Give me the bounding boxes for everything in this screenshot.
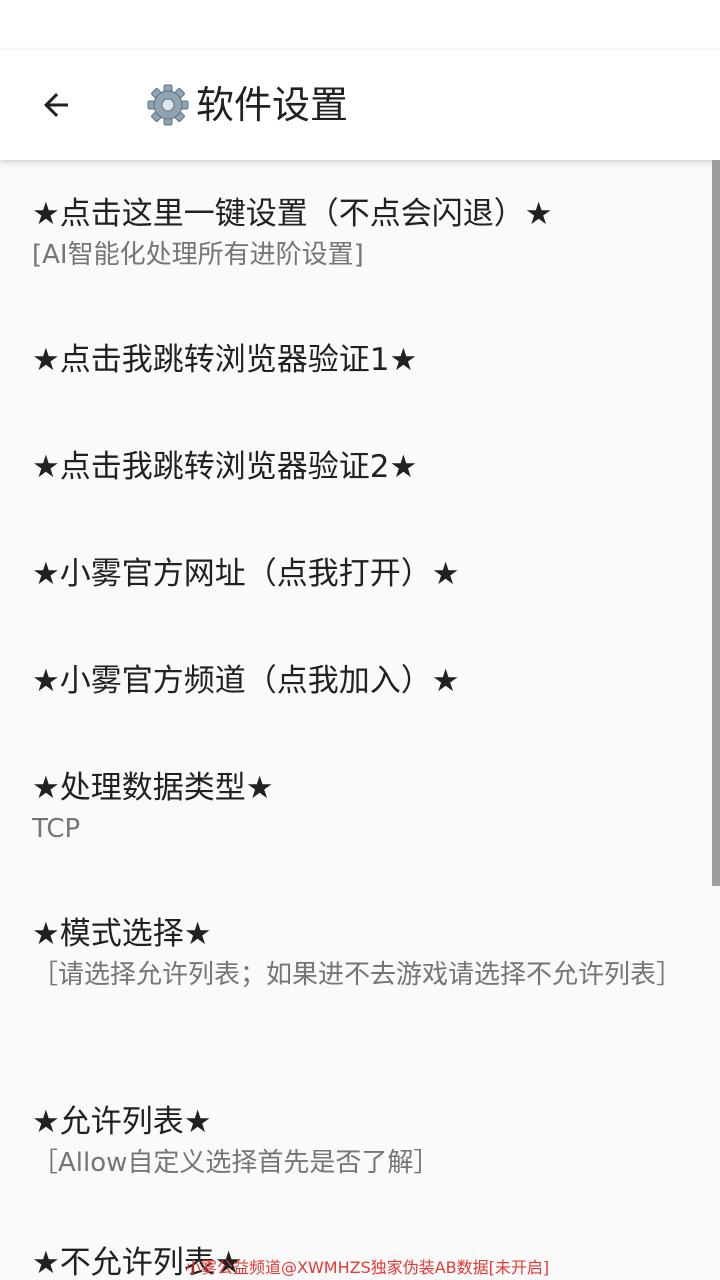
pref-title: ★点击我跳转浏览器验证1★ [32,342,418,378]
pref-title: ★点击我跳转浏览器验证2★ [32,449,418,485]
pref-item-one-key-setup[interactable]: ★点击这里一键设置（不点会闪退）★ [AI智能化处理所有进阶设置] [0,160,712,300]
pref-title: ★模式选择★ [32,916,212,952]
pref-summary: [AI智能化处理所有进阶设置] [32,240,364,270]
arrow-left-icon [44,93,68,117]
pref-title: ★小雾官方网址（点我打开）★ [32,556,460,592]
pref-item-official-channel[interactable]: ★小雾官方频道（点我加入）★ [0,624,712,731]
status-bar [0,0,720,50]
pref-title: ★小雾官方频道（点我加入）★ [32,663,460,699]
pref-item-browser-verify-2[interactable]: ★点击我跳转浏览器验证2★ [0,410,712,517]
scrollbar[interactable] [712,160,720,886]
pref-title: ★允许列表★ [32,1104,212,1140]
pref-summary: ［请选择允许列表；如果进不去游戏请选择不允许列表］ [32,960,683,990]
watermark-text: 小雾公益频道@XWMHZS独家伪装AB数据[未开启] [185,1258,550,1277]
page-title: 软件设置 [196,83,349,127]
pref-summary: TCP [32,814,81,844]
app-bar: 软件设置 [0,50,720,160]
back-button[interactable] [28,77,84,133]
settings-list[interactable]: ★点击这里一键设置（不点会闪退）★ [AI智能化处理所有进阶设置] ★点击我跳转… [0,160,720,1280]
gear-icon [147,84,189,126]
pref-item-browser-verify-1[interactable]: ★点击我跳转浏览器验证1★ [0,300,712,410]
pref-item-mode-select[interactable]: ★模式选择★ ［请选择允许列表；如果进不去游戏请选择不允许列表］ [0,877,712,1065]
pref-item-data-type[interactable]: ★处理数据类型★ TCP [0,731,712,877]
pref-title: ★点击这里一键设置（不点会闪退）★ [32,196,553,232]
pref-title: ★处理数据类型★ [32,770,274,806]
pref-item-official-website[interactable]: ★小雾官方网址（点我打开）★ [0,517,712,624]
pref-summary: ［Allow自定义选择首先是否了解］ [32,1148,440,1178]
pref-item-allow-list[interactable]: ★允许列表★ ［Allow自定义选择首先是否了解］ [0,1065,712,1203]
